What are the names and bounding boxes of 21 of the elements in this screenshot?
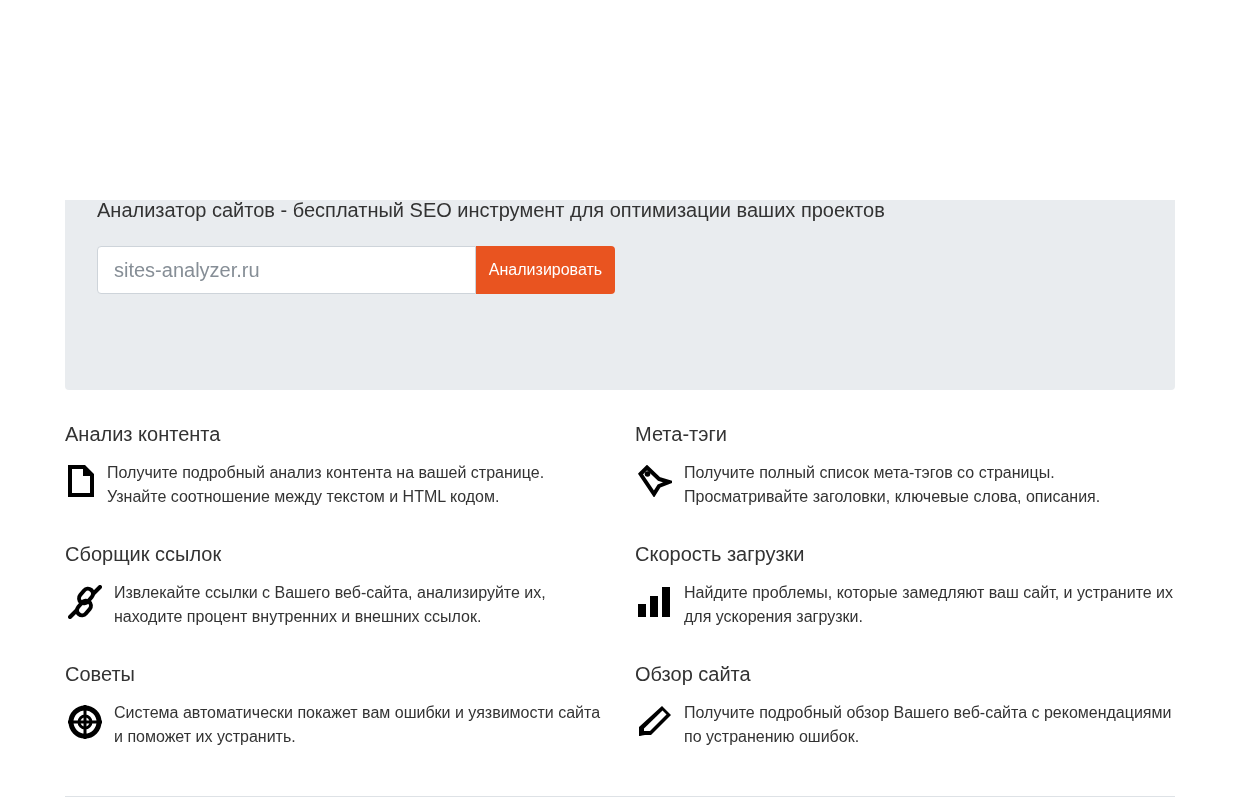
feature-title: Анализ контента xyxy=(65,422,221,446)
feature-title: Советы xyxy=(65,662,135,686)
feature-description: Система автоматически покажет вам ошибки и уязвимости сайта и поможет их устранить. xyxy=(114,703,602,747)
feature-description: Получите подробный обзор Вашего веб-сайта с рекомендациями по устранению ошибок. xyxy=(684,703,1173,747)
feature-description: Получите подробный анализ контента на вашей странице. Узнайте соотношение между текстом и HTML кодом. xyxy=(107,463,546,507)
chain-link-icon xyxy=(68,585,102,619)
feature-title: Скорость загрузки xyxy=(635,542,805,566)
feature-description: Найдите проблемы, которые замедляют ваш сайт, и устраните их для ускорения загрузки. xyxy=(684,583,1175,627)
tag-icon xyxy=(638,465,672,497)
feature-title: Сборщик ссылок xyxy=(65,542,222,566)
url-input-field[interactable]: sites-analyzer.ru xyxy=(97,246,476,294)
bar-chart-icon xyxy=(638,585,670,617)
feature-description: Извлекайте ссылки с Вашего веб-сайта, анализируйте их, находите процент внутренних и внешних ссылок. xyxy=(114,583,547,627)
feature-description: Получите полный список мета-тэгов со страницы. Просматривайте заголовки, ключевые слова, описания. xyxy=(684,463,1102,507)
pencil-icon xyxy=(638,705,672,737)
analyze-button[interactable]: Анализировать xyxy=(476,246,615,294)
document-icon xyxy=(68,465,94,497)
feature-title: Обзор сайта xyxy=(635,662,751,686)
hero-title: Анализатор сайтов - бесплатный SEO инструмент для оптимизации ваших проектов xyxy=(97,200,885,220)
feature-title: Мета-тэги xyxy=(635,422,727,446)
crosshair-icon xyxy=(68,705,102,739)
